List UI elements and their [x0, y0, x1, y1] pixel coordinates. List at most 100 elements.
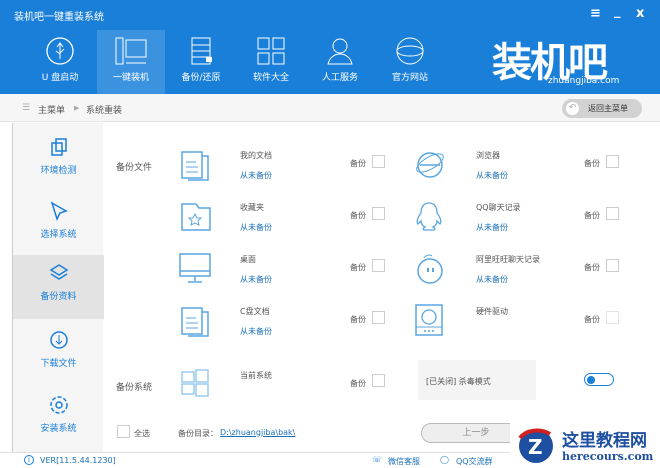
- back-to-main-button[interactable]: ↶ 返回主菜单: [562, 99, 642, 118]
- backup-label: 备份: [584, 263, 600, 272]
- app-title: 装机吧一键重装系统: [14, 12, 104, 23]
- globe-icon: [396, 37, 424, 65]
- backup-dir-label: 备份目录：: [178, 429, 218, 438]
- qq-penguin-icon: [416, 202, 442, 231]
- sidebar-label: 安装系统: [40, 424, 77, 434]
- backup-checkbox-c-drive[interactable]: [372, 311, 385, 324]
- backup-files-label: 备份文件: [116, 163, 153, 173]
- download-icon: [49, 331, 68, 349]
- item-name: 桌面: [240, 255, 256, 264]
- nav-label: 一键装机: [112, 73, 149, 83]
- backup-label: 备份: [350, 263, 366, 272]
- hardware-driver-icon: [415, 304, 443, 336]
- grid-icon: [257, 37, 285, 65]
- item-status: 从未备份: [240, 327, 272, 336]
- close-button[interactable]: x: [636, 6, 644, 21]
- antivirus-toggle[interactable]: [584, 373, 614, 386]
- windows-icon: [181, 369, 209, 397]
- nav-label: 人工服务: [321, 73, 358, 83]
- item-status: 从未备份: [476, 275, 508, 284]
- watermark-url: herecours.com: [562, 450, 654, 463]
- brand-url: zhuangjiba.com: [548, 76, 620, 86]
- chevron-right-icon: ▶: [74, 104, 80, 112]
- wechat-support-link[interactable]: 微信客服: [388, 456, 420, 467]
- nav-label: U 盘启动: [41, 73, 79, 83]
- sidebar-item-install[interactable]: 安装系统: [13, 387, 104, 449]
- nav-backup-restore[interactable]: 备份/还原: [167, 30, 235, 94]
- watermark: Z 这里教程网 herecours.com: [510, 420, 660, 468]
- minimize-button[interactable]: _: [614, 4, 621, 19]
- item-status: 从未备份: [240, 275, 272, 284]
- backup-dir-link[interactable]: D:\zhuangjiba\bak\: [220, 428, 295, 437]
- nav-label: 备份/还原: [181, 73, 221, 83]
- nav-software[interactable]: 软件大全: [237, 30, 305, 94]
- item-name: 收藏夹: [240, 203, 264, 212]
- backup-checkbox-desktop[interactable]: [372, 259, 385, 272]
- breadcrumb-current: 系统重装: [86, 106, 123, 116]
- person-icon: [327, 38, 353, 65]
- backup-checkbox-aliwangwang[interactable]: [606, 259, 619, 272]
- version-text: VER[11.5.44.1230]: [40, 456, 116, 465]
- gear-icon: [49, 396, 68, 414]
- backup-checkbox-system[interactable]: [372, 374, 385, 387]
- sidebar-item-download[interactable]: 下载文件: [13, 322, 104, 384]
- nav-website[interactable]: 官方网站: [376, 30, 444, 94]
- antivirus-mode-label: [已关闭] 杀毒模式: [426, 377, 491, 386]
- sidebar-label: 下载文件: [40, 359, 77, 369]
- backup-label: 备份: [584, 211, 600, 220]
- sidebar: 环境检测 选择系统 备份资料 下载文件 安装系统: [12, 123, 104, 452]
- backup-checkbox-my-documents[interactable]: [372, 155, 385, 168]
- item-name: 当前系统: [240, 371, 272, 380]
- back-arrow-icon: ↶: [566, 102, 579, 115]
- nav-one-click-install[interactable]: 一键装机: [97, 30, 165, 94]
- breadcrumb: ☰ 主菜单 ▶ 系统重装: [0, 94, 660, 122]
- copy-icon: [50, 138, 67, 156]
- item-name: 阿里旺旺聊天记录: [476, 255, 540, 264]
- nav-usb-boot[interactable]: U 盘启动: [26, 30, 94, 94]
- svg-text:Z: Z: [528, 435, 543, 459]
- backup-label: 备份: [350, 211, 366, 220]
- backup-icon: [191, 37, 212, 65]
- ie-browser-icon: [416, 152, 444, 178]
- sidebar-item-backup-data[interactable]: 备份资料: [13, 255, 104, 319]
- info-icon: i: [24, 455, 34, 465]
- nav-support[interactable]: 人工服务: [306, 30, 374, 94]
- backup-checkbox-drivers[interactable]: [606, 311, 619, 324]
- sidebar-label: 备份资料: [40, 292, 77, 302]
- backup-label: 备份: [584, 159, 600, 168]
- backup-checkbox-favorites[interactable]: [372, 207, 385, 220]
- backup-system-label: 备份系统: [116, 383, 153, 393]
- cursor-icon: [50, 201, 68, 221]
- breadcrumb-root[interactable]: 主菜单: [38, 103, 65, 116]
- item-name: 硬件驱动: [476, 307, 508, 316]
- item-status: 从未备份: [240, 171, 272, 180]
- item-name: 我的文档: [240, 151, 272, 160]
- aliwangwang-icon: [417, 254, 443, 284]
- documents-icon: [181, 151, 209, 181]
- c-drive-documents-icon: [181, 307, 209, 337]
- qq-group-link[interactable]: QQ交流群: [456, 456, 493, 467]
- desktop-monitor-icon: [179, 253, 211, 283]
- qq-icon: ◯: [440, 455, 449, 464]
- item-status: 从未备份: [240, 223, 272, 232]
- nav-label: 软件大全: [252, 73, 289, 83]
- usb-icon: [46, 37, 74, 65]
- favorites-folder-icon: [181, 203, 211, 231]
- backup-checkbox-browser[interactable]: [606, 155, 619, 168]
- watermark-logo-icon: Z: [518, 428, 553, 463]
- sidebar-label: 选择系统: [40, 230, 77, 240]
- menu-button[interactable]: ≡: [590, 6, 601, 21]
- nav-label: 官方网站: [391, 73, 428, 83]
- item-name: C盘文档: [240, 307, 270, 316]
- sidebar-item-env-check[interactable]: 环境检测: [13, 129, 104, 191]
- header: 装机吧一键重装系统 ≡ _ x U 盘启动 一键装机 备份/还原 软件大全 人工…: [0, 0, 660, 94]
- select-all-checkbox[interactable]: [117, 425, 130, 438]
- backup-label: 备份: [350, 159, 366, 168]
- item-status: 从未备份: [476, 223, 508, 232]
- backup-checkbox-qq[interactable]: [606, 207, 619, 220]
- layers-icon: [49, 264, 68, 280]
- sidebar-label: 环境检测: [40, 166, 77, 176]
- sidebar-item-select-system[interactable]: 选择系统: [13, 193, 104, 255]
- backup-label: 备份: [584, 315, 600, 324]
- backup-label: 备份: [350, 315, 366, 324]
